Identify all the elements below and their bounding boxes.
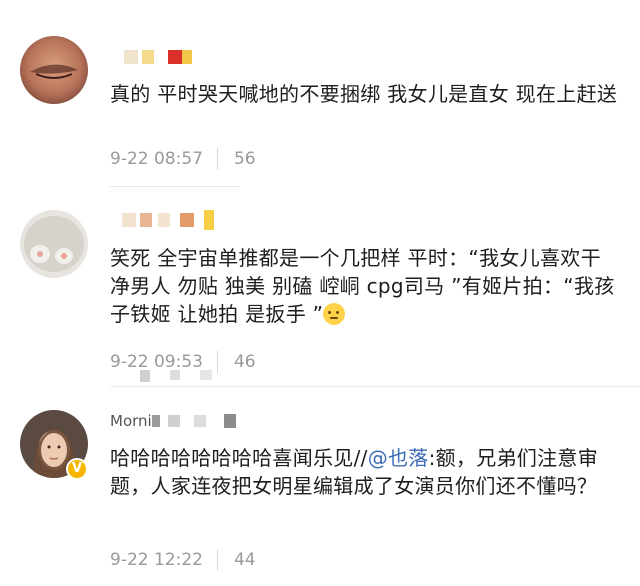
avatar[interactable] (20, 210, 88, 278)
pixel-censor-block (158, 213, 170, 227)
avatar[interactable] (20, 36, 88, 104)
comment-2: 笑死 全宇宙单推都是一个几把样 平时：“我女儿喜欢干净男人 勿贴 独美 别磕 崆… (0, 190, 640, 390)
comment-meta: 9-22 08:57 56 (110, 147, 256, 171)
pixel-censor-block (200, 370, 212, 380)
divider (110, 186, 240, 187)
pixel-censor-block (170, 370, 180, 380)
separator (216, 549, 218, 571)
pixel-censor-block (223, 414, 236, 428)
verified-badge-icon: V (66, 458, 88, 480)
divider (110, 386, 640, 387)
like-count[interactable]: 56 (234, 149, 256, 169)
pixel-censor-block (140, 370, 150, 382)
comment-3: V Morni 哈哈哈哈哈哈哈哈喜闻乐见//@也落:额，兄弟们注意审题，人家连夜… (0, 390, 640, 586)
timestamp: 9-22 12:22 (110, 550, 203, 570)
like-count[interactable]: 46 (234, 352, 256, 372)
thinking-face-emoji (323, 303, 346, 325)
timestamp: 9-22 09:53 (110, 352, 203, 372)
pixel-censor-block (140, 213, 152, 227)
comment-text: 笑死 全宇宙单推都是一个几把样 平时：“我女儿喜欢干净男人 勿贴 独美 别磕 崆… (110, 246, 615, 326)
pixel-censor-block (204, 210, 214, 230)
comment-meta: 9-22 09:53 46 (110, 350, 256, 374)
like-count[interactable]: 44 (234, 550, 256, 570)
mention-link[interactable]: @也落 (368, 446, 429, 470)
pixel-censor-block (180, 213, 194, 227)
separator (216, 148, 218, 170)
username[interactable] (110, 210, 214, 230)
username[interactable]: Morni (110, 412, 236, 430)
comment-1: 真的 平时哭天喊地的不要捆绑 我女儿是直女 现在上赶送 9-22 08:57 5… (0, 0, 640, 190)
separator (216, 351, 218, 373)
pixel-censor-block (142, 50, 154, 64)
pixel-censor-block (122, 213, 136, 227)
pixel-censor-block (193, 415, 206, 427)
comment-text: 真的 平时哭天喊地的不要捆绑 我女儿是直女 现在上赶送 (110, 82, 618, 106)
username[interactable] (110, 48, 192, 66)
timestamp: 9-22 08:57 (110, 149, 203, 169)
pixel-censor-block (151, 415, 160, 427)
pixel-censor-block (182, 50, 192, 64)
pixel-censor-block (124, 50, 138, 64)
comment-text: 哈哈哈哈哈哈哈哈喜闻乐见//@也落:额，兄弟们注意审题，人家连夜把女明星编辑成了… (110, 446, 599, 498)
pixel-censor-block (168, 50, 182, 64)
comment-meta: 9-22 12:22 44 (110, 548, 256, 572)
pixel-censor-block (167, 415, 180, 427)
